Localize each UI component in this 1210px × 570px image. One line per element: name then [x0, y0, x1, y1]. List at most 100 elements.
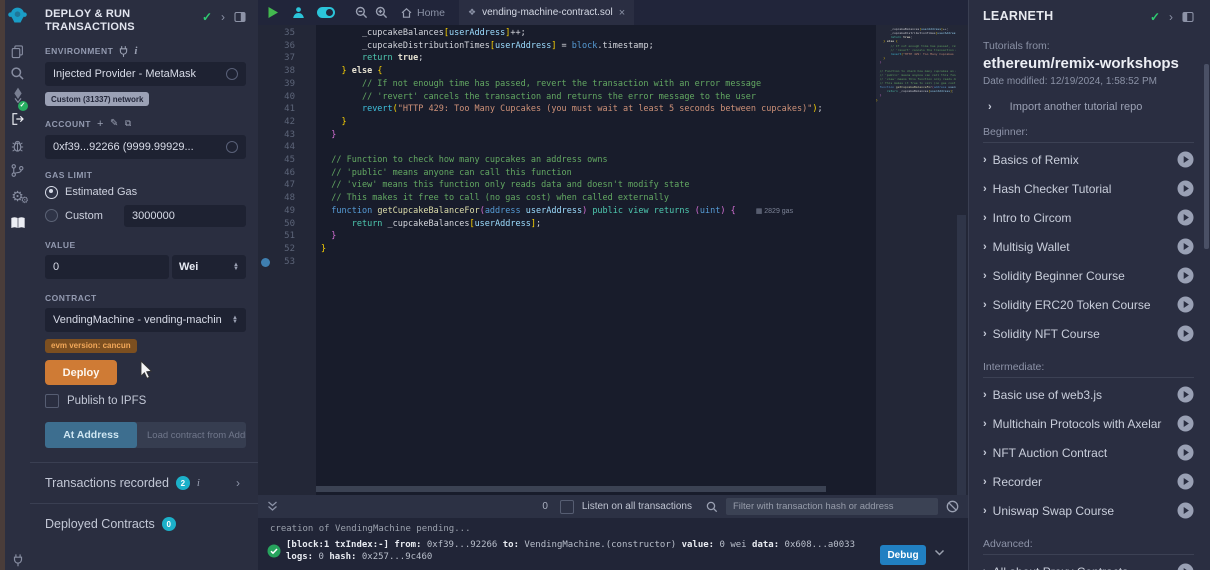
tutorial-title: Solidity Beginner Course [993, 269, 1177, 283]
chevron-right-icon: › [988, 101, 992, 113]
tutorial-item[interactable]: ›Basics of Remix [983, 145, 1194, 174]
gas-limit-label: GAS LIMIT [45, 170, 92, 180]
sidebar-item-deploy-run[interactable] [6, 110, 29, 133]
play-icon[interactable] [1177, 267, 1194, 284]
close-tab-icon[interactable]: × [619, 7, 625, 19]
import-repo-row[interactable]: › Import another tutorial repo [983, 101, 1210, 113]
play-icon[interactable] [1177, 473, 1194, 490]
home-tab[interactable]: Home [400, 7, 445, 19]
tutorial-title: All about Proxy Contracts [993, 565, 1177, 570]
value-input[interactable]: 0 [45, 255, 169, 279]
debug-button[interactable]: Debug [880, 545, 926, 565]
tutorial-item[interactable]: ›Solidity ERC20 Token Course [983, 290, 1194, 319]
sidebar-item-debugger[interactable] [6, 136, 29, 159]
play-icon[interactable] [1177, 444, 1194, 461]
play-icon[interactable] [1177, 151, 1194, 168]
edit-account-icon[interactable]: ✎ [110, 118, 119, 129]
tutorial-item[interactable]: ›Intro to Circom [983, 203, 1194, 232]
clear-console-icon[interactable] [946, 500, 959, 513]
copy-account-icon[interactable]: ⧉ [125, 118, 132, 129]
play-icon[interactable] [1177, 502, 1194, 519]
play-icon[interactable] [1177, 563, 1194, 570]
collapse-terminal-icon[interactable] [267, 501, 278, 512]
tutorial-item[interactable]: ›Hash Checker Tutorial [983, 174, 1194, 203]
editor-vscrollbar-thumb[interactable] [957, 215, 966, 495]
code-line: function getCupcakeBalanceFor(address us… [321, 205, 793, 218]
sidebar-item-remix-logo[interactable] [6, 6, 29, 29]
collapse-panel-icon[interactable]: › [221, 10, 225, 24]
zoom-in-icon[interactable] [375, 6, 388, 19]
pin-panel-icon[interactable] [234, 11, 246, 23]
tutorial-item[interactable]: ›Multisig Wallet [983, 232, 1194, 261]
code-line: _cupcakeDistributionTimes[userAddress] =… [321, 40, 654, 53]
play-icon[interactable] [1177, 415, 1194, 432]
chevron-right-icon: › [983, 476, 987, 488]
terminal-filter-input[interactable] [726, 498, 938, 515]
sidebar-item-learneth[interactable] [6, 214, 29, 237]
play-icon[interactable] [1177, 325, 1194, 342]
play-icon[interactable] [1177, 238, 1194, 255]
estimated-gas-option[interactable]: Estimated Gas [45, 186, 246, 199]
estimated-gas-radio[interactable] [45, 186, 58, 199]
environment-info-icon[interactable]: i [134, 45, 138, 57]
tutorial-item[interactable]: ›NFT Auction Contract [983, 438, 1194, 467]
add-account-icon[interactable]: + [97, 118, 104, 130]
transactions-expand-icon[interactable]: › [236, 476, 240, 490]
tutorial-item[interactable]: ›Basic use of web3.js [983, 380, 1194, 409]
sidebar-item-git[interactable] [6, 161, 29, 184]
transactions-recorded-row[interactable]: Transactions recorded 2 i › [45, 463, 246, 503]
editor-viewport[interactable]: _cupcakeBalances[userAddress]++; _cupcak… [316, 25, 876, 495]
zoom-out-icon[interactable] [355, 6, 368, 19]
editor-tab-active[interactable]: ❖ vending-machine-contract.sol × [459, 0, 634, 25]
sidebar-item-file-explorer[interactable] [6, 42, 29, 65]
line-number: 51 [258, 230, 295, 243]
publish-ipfs-option[interactable]: Publish to IPFS [45, 394, 246, 408]
at-address-button[interactable]: At Address [45, 422, 137, 448]
editor-minimap[interactable]: _cupcakeBalances[userAddress]++; _cupcak… [876, 25, 956, 495]
play-icon[interactable] [1177, 296, 1194, 313]
value-unit-select[interactable]: Wei ▲▼ [172, 255, 246, 279]
expand-tx-icon[interactable] [934, 549, 945, 557]
line-number: 45 [258, 154, 295, 167]
ai-assistant-icon[interactable] [292, 6, 305, 19]
code-editor: 35363738394041424344454647484950515253 _… [258, 25, 968, 495]
contract-select[interactable]: VendingMachine - vending-machin ▲▼ [45, 308, 246, 332]
listen-checkbox[interactable] [560, 500, 574, 514]
learneth-collapse-icon[interactable]: › [1169, 10, 1173, 24]
play-icon[interactable] [1177, 386, 1194, 403]
custom-gas-input[interactable]: 3000000 [124, 205, 246, 227]
learneth-pin-icon[interactable] [1182, 11, 1194, 23]
unit-stepper-icon[interactable]: ▲▼ [233, 263, 239, 271]
tutorial-item[interactable]: ›Recorder [983, 467, 1194, 496]
custom-gas-radio[interactable] [45, 209, 58, 222]
deploy-button[interactable]: Deploy [45, 360, 117, 385]
at-address-input[interactable]: Load contract from Addres [137, 430, 246, 441]
custom-gas-option[interactable]: Custom 3000000 [45, 205, 246, 227]
account-select[interactable]: 0xf39...92266 (9999.99929... [45, 135, 246, 159]
status-check-icon: ✓ [202, 10, 212, 24]
learneth-scrollbar-thumb[interactable] [1204, 64, 1209, 249]
play-icon[interactable] [1177, 180, 1194, 197]
transaction-log-entry[interactable]: [block:1 txIndex:-] from: 0xf39...92266 … [286, 540, 871, 563]
evm-version-badge: evm version: cancun [45, 339, 137, 353]
tutorial-item[interactable]: ›Multichain Protocols with Axelar [983, 409, 1194, 438]
sidebar-item-solidity-compiler[interactable]: ✓ [6, 86, 29, 109]
tutorial-item[interactable]: ›Uniswap Swap Course [983, 496, 1194, 525]
environment-select[interactable]: Injected Provider - MetaMask [45, 62, 246, 86]
deployed-contracts-row[interactable]: Deployed Contracts 0 [45, 504, 246, 544]
run-script-icon[interactable] [267, 6, 279, 19]
plug-icon[interactable] [119, 46, 128, 57]
tutorial-item[interactable]: ›Solidity NFT Course [983, 319, 1194, 348]
section-label: Intermediate: [983, 361, 1194, 378]
transactions-info-icon[interactable]: i [197, 477, 200, 489]
editor-hscrollbar-thumb[interactable] [316, 486, 826, 492]
copilot-toggle[interactable] [317, 7, 335, 18]
sidebar-item-plugin-manager[interactable]: ⚙⚙ [6, 185, 29, 208]
breakpoint-dot[interactable] [261, 258, 270, 267]
play-icon[interactable] [1177, 209, 1194, 226]
publish-ipfs-checkbox[interactable] [45, 394, 59, 408]
sidebar-item-plugin-bottom[interactable] [6, 551, 29, 570]
sidebar-item-search[interactable] [6, 64, 29, 87]
tutorial-item[interactable]: ›All about Proxy Contracts [983, 557, 1194, 570]
tutorial-item[interactable]: ›Solidity Beginner Course [983, 261, 1194, 290]
